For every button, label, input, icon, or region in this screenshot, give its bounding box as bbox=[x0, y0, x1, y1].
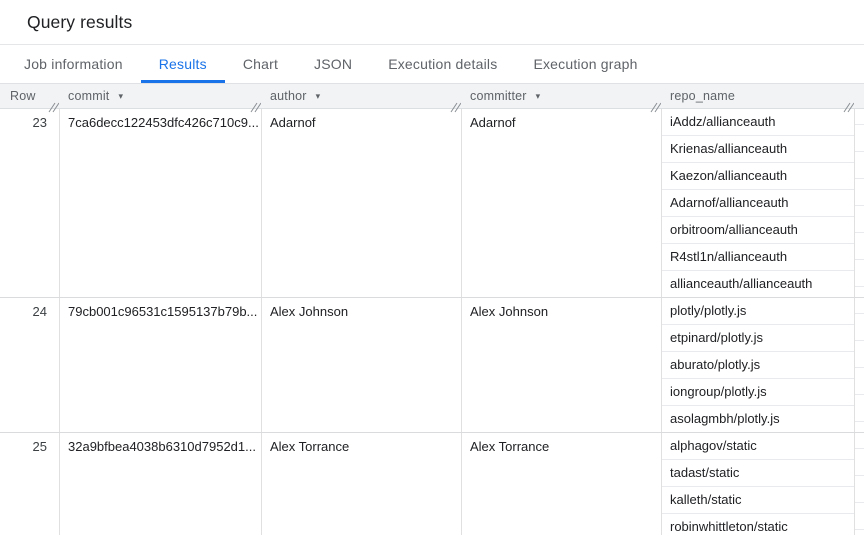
repo-name-value: kalleth/static bbox=[662, 487, 854, 514]
repo-name-value: alphagov/static bbox=[662, 433, 854, 460]
author-value: Adarnof bbox=[262, 109, 461, 136]
active-tab-underline bbox=[141, 80, 225, 83]
title-bar: Query results bbox=[0, 0, 864, 45]
repo-name-value: asolagmbh/plotly.js bbox=[662, 406, 854, 432]
author-value: Alex Johnson bbox=[262, 298, 461, 325]
tab-job-information[interactable]: Job information bbox=[6, 45, 141, 83]
commit-cell: 7ca6decc122453dfc426c710c9... bbox=[60, 109, 262, 297]
column-header-label: author bbox=[270, 89, 307, 103]
repo-name-value: etpinard/plotly.js bbox=[662, 325, 854, 352]
column-resize-handle-icon[interactable] bbox=[48, 102, 59, 113]
column-menu-arrow-icon[interactable]: ▾ bbox=[118, 92, 123, 101]
next-column-sliver bbox=[855, 109, 864, 297]
commit-value: 32a9bfbea4038b6310d7952d1... bbox=[60, 433, 261, 460]
commit-value: 7ca6decc122453dfc426c710c9... bbox=[60, 109, 261, 136]
repo-name-value: Adarnof/allianceauth bbox=[662, 190, 854, 217]
table-row: 25 32a9bfbea4038b6310d7952d1... Alex Tor… bbox=[0, 433, 864, 535]
column-resize-handle-icon[interactable] bbox=[650, 102, 661, 113]
column-header-author[interactable]: author ▾ bbox=[262, 84, 462, 108]
repo-name-value: aburato/plotly.js bbox=[662, 352, 854, 379]
row-number-cell: 23 bbox=[0, 109, 60, 297]
tab-label: Chart bbox=[243, 56, 278, 72]
grid-header-filler bbox=[855, 84, 864, 108]
table-row: 23 7ca6decc122453dfc426c710c9... Adarnof… bbox=[0, 109, 864, 298]
next-column-sliver bbox=[855, 433, 864, 535]
repo-name-value: robinwhittleton/static bbox=[662, 514, 854, 535]
column-header-repo-name[interactable]: repo_name bbox=[662, 84, 855, 108]
committer-cell: Adarnof bbox=[462, 109, 662, 297]
row-number-cell: 24 bbox=[0, 298, 60, 432]
repo-name-value: plotly/plotly.js bbox=[662, 298, 854, 325]
column-header-commit[interactable]: commit ▾ bbox=[60, 84, 262, 108]
committer-value: Alex Johnson bbox=[462, 298, 661, 325]
column-header-label: committer bbox=[470, 89, 527, 103]
tab-label: Execution details bbox=[388, 56, 497, 72]
column-header-label: Row bbox=[10, 89, 36, 103]
repo-name-value: Krienas/allianceauth bbox=[662, 136, 854, 163]
author-value: Alex Torrance bbox=[262, 433, 461, 460]
tab-json[interactable]: JSON bbox=[296, 45, 370, 83]
tab-results[interactable]: Results bbox=[141, 45, 225, 83]
column-resize-handle-icon[interactable] bbox=[250, 102, 261, 113]
table-row: 24 79cb001c96531c1595137b79b... Alex Joh… bbox=[0, 298, 864, 433]
commit-value: 79cb001c96531c1595137b79b... bbox=[60, 298, 261, 325]
column-menu-arrow-icon[interactable]: ▾ bbox=[536, 92, 541, 101]
tab-execution-details[interactable]: Execution details bbox=[370, 45, 515, 83]
column-header-committer[interactable]: committer ▾ bbox=[462, 84, 662, 108]
query-results-panel: Query results Job information Results Ch… bbox=[0, 0, 864, 535]
repo-name-value: iongroup/plotly.js bbox=[662, 379, 854, 406]
author-cell: Alex Johnson bbox=[262, 298, 462, 432]
tab-label: Results bbox=[159, 56, 207, 72]
repo-name-cell: iAddz/allianceauthKrienas/allianceauthKa… bbox=[662, 109, 855, 297]
column-header-label: commit bbox=[68, 89, 109, 103]
column-menu-arrow-icon[interactable]: ▾ bbox=[316, 92, 321, 101]
page-title: Query results bbox=[27, 12, 132, 33]
repo-name-value: orbitroom/allianceauth bbox=[662, 217, 854, 244]
repo-name-value: tadast/static bbox=[662, 460, 854, 487]
results-grid: Row commit ▾ author ▾ committer ▾ repo_n… bbox=[0, 84, 864, 535]
committer-cell: Alex Torrance bbox=[462, 433, 662, 535]
tab-execution-graph[interactable]: Execution graph bbox=[515, 45, 655, 83]
author-cell: Adarnof bbox=[262, 109, 462, 297]
row-number-cell: 25 bbox=[0, 433, 60, 535]
repo-name-value: R4stl1n/allianceauth bbox=[662, 244, 854, 271]
column-resize-handle-icon[interactable] bbox=[843, 102, 854, 113]
column-header-row[interactable]: Row bbox=[0, 84, 60, 108]
grid-header-row: Row commit ▾ author ▾ committer ▾ repo_n… bbox=[0, 84, 864, 109]
tab-bar: Job information Results Chart JSON Execu… bbox=[0, 45, 864, 84]
tab-label: JSON bbox=[314, 56, 352, 72]
committer-value: Adarnof bbox=[462, 109, 661, 136]
author-cell: Alex Torrance bbox=[262, 433, 462, 535]
commit-cell: 79cb001c96531c1595137b79b... bbox=[60, 298, 262, 432]
repo-name-value: iAddz/allianceauth bbox=[662, 109, 854, 136]
repo-name-value: Kaezon/allianceauth bbox=[662, 163, 854, 190]
repo-name-cell: plotly/plotly.jsetpinard/plotly.jsaburat… bbox=[662, 298, 855, 432]
tab-chart[interactable]: Chart bbox=[225, 45, 296, 83]
commit-cell: 32a9bfbea4038b6310d7952d1... bbox=[60, 433, 262, 535]
row-number: 23 bbox=[0, 109, 59, 136]
column-header-label: repo_name bbox=[670, 89, 735, 103]
column-resize-handle-icon[interactable] bbox=[450, 102, 461, 113]
row-number: 24 bbox=[0, 298, 59, 325]
repo-name-cell: alphagov/statictadast/statickalleth/stat… bbox=[662, 433, 855, 535]
next-column-sliver bbox=[855, 298, 864, 432]
grid-body: 23 7ca6decc122453dfc426c710c9... Adarnof… bbox=[0, 109, 864, 535]
committer-cell: Alex Johnson bbox=[462, 298, 662, 432]
repo-name-value: allianceauth/allianceauth bbox=[662, 271, 854, 297]
tab-label: Execution graph bbox=[533, 56, 637, 72]
committer-value: Alex Torrance bbox=[462, 433, 661, 460]
tab-label: Job information bbox=[24, 56, 123, 72]
row-number: 25 bbox=[0, 433, 59, 460]
